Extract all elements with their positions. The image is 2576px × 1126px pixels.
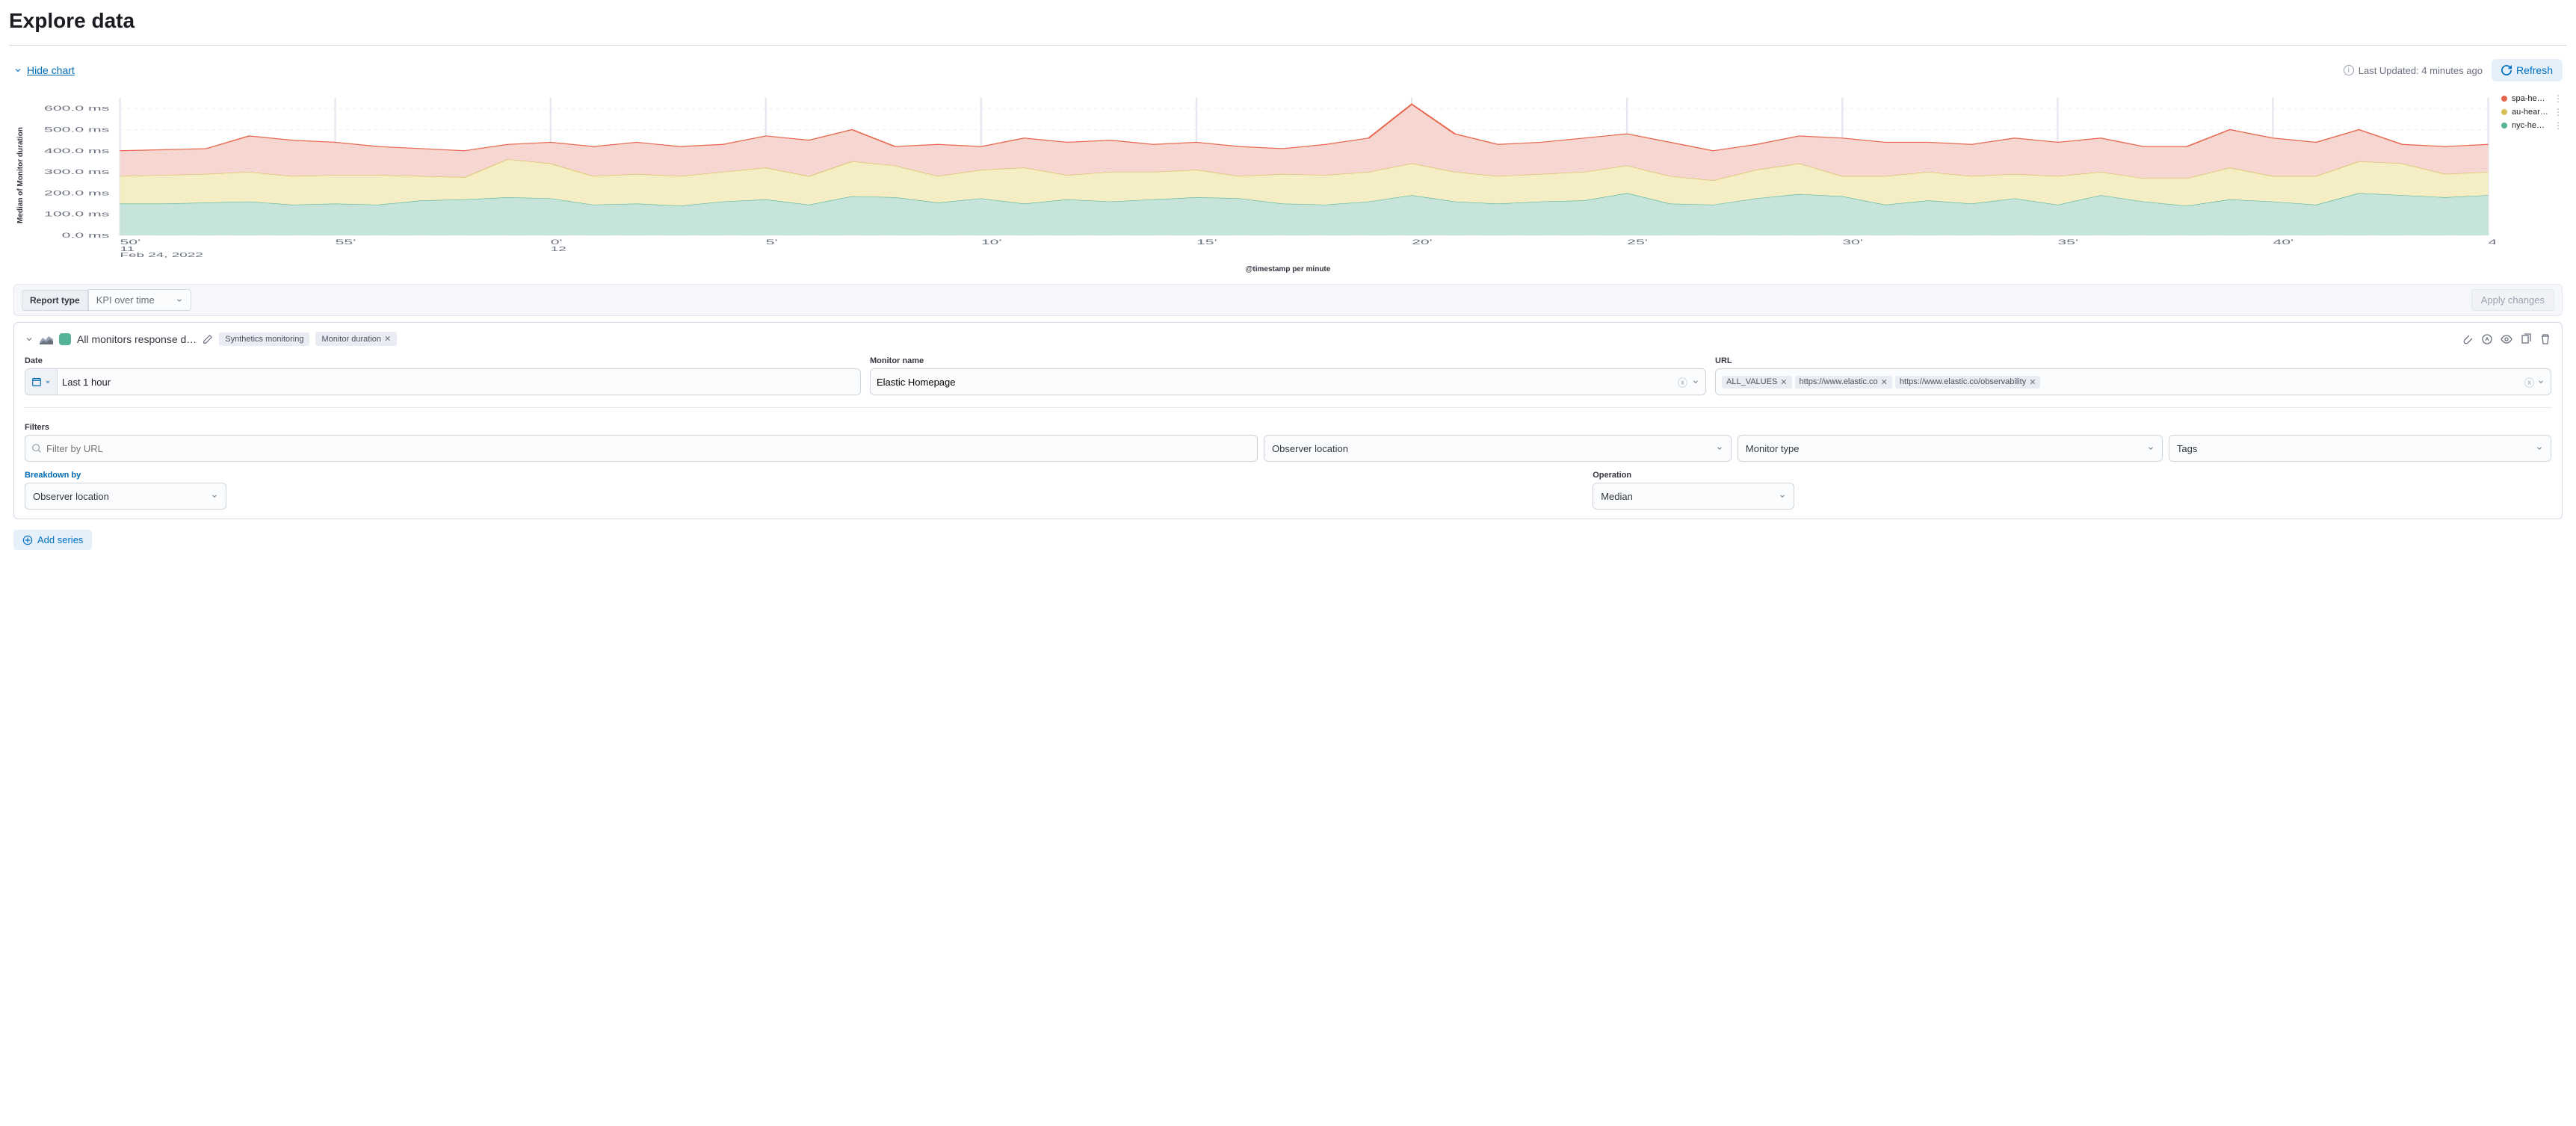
svg-text:40': 40' <box>2273 238 2294 246</box>
add-series-label: Add series <box>37 534 83 545</box>
legend-item[interactable]: spa-heartb…⋮ <box>2501 93 2563 104</box>
y-axis-label: Median of Monitor duration <box>13 93 25 258</box>
svg-text:10': 10' <box>981 238 1002 246</box>
chevron-down-icon <box>176 297 183 304</box>
visibility-icon[interactable] <box>2501 333 2512 345</box>
url-input[interactable]: ALL_VALUES✕ https://www.elastic.co✕ http… <box>1715 368 2551 395</box>
series-name: All monitors response d… <box>77 333 197 345</box>
chip-remove-icon[interactable]: ✕ <box>2029 377 2036 387</box>
tag-monitor-duration: Monitor duration ✕ <box>315 332 397 346</box>
svg-text:Feb 24, 2022: Feb 24, 2022 <box>120 252 203 258</box>
date-label: Date <box>25 356 861 365</box>
report-type-select[interactable]: KPI over time <box>88 289 191 311</box>
svg-text:5': 5' <box>766 238 778 246</box>
svg-text:0': 0' <box>551 238 563 246</box>
clear-icon[interactable]: ⓧ <box>1678 375 1687 389</box>
calendar-icon <box>25 369 58 395</box>
svg-text:600.0 ms: 600.0 ms <box>44 105 109 112</box>
page-title: Explore data <box>9 9 2567 33</box>
explore-icon[interactable] <box>2481 333 2493 345</box>
chart-area[interactable]: 0.0 ms 100.0 ms 200.0 ms 300.0 ms 400.0 ms 50… <box>25 93 2495 258</box>
last-updated: i Last Updated: 4 minutes ago <box>2344 65 2483 76</box>
report-type-label: Report type <box>22 290 88 311</box>
hide-chart-link[interactable]: Hide chart <box>13 64 75 76</box>
svg-text:100.0 ms: 100.0 ms <box>44 211 109 218</box>
url-chip-all: ALL_VALUES✕ <box>1722 376 1792 389</box>
svg-text:20': 20' <box>1412 238 1433 246</box>
url-chip-2: https://www.elastic.co/observability✕ <box>1895 376 2041 389</box>
date-picker[interactable]: Last 1 hour <box>25 368 861 395</box>
last-updated-text: Last Updated: 4 minutes ago <box>2359 65 2483 76</box>
svg-text:55': 55' <box>336 238 356 246</box>
report-type-value: KPI over time <box>96 294 155 306</box>
edit-icon[interactable] <box>203 334 213 344</box>
svg-text:0.0 ms: 0.0 ms <box>62 232 110 239</box>
tag-synthetics: Synthetics monitoring <box>219 332 309 346</box>
x-axis-label: @timestamp per minute <box>9 265 2567 273</box>
monitor-type-filter[interactable]: Monitor type <box>1738 435 2163 462</box>
svg-text:30': 30' <box>1842 238 1863 246</box>
attach-icon[interactable] <box>2462 333 2474 345</box>
svg-text:15': 15' <box>1196 238 1217 246</box>
search-icon <box>31 443 42 454</box>
monitor-name-field[interactable] <box>877 377 1673 388</box>
clear-icon[interactable]: ⓧ <box>2524 375 2534 389</box>
chevron-down-icon[interactable] <box>2537 378 2545 386</box>
observer-location-filter[interactable]: Observer location <box>1264 435 1732 462</box>
svg-text:300.0 ms: 300.0 ms <box>44 168 109 176</box>
svg-text:45': 45' <box>2489 238 2495 246</box>
chip-remove-icon[interactable]: ✕ <box>1881 377 1888 387</box>
legend-menu-icon[interactable]: ⋮ <box>2554 107 2563 117</box>
breakdown-label[interactable]: Breakdown by <box>25 471 374 480</box>
info-icon: i <box>2344 65 2354 75</box>
svg-text:50': 50' <box>120 238 141 246</box>
operation-select[interactable]: Median <box>1593 483 1794 510</box>
area-chart-icon <box>40 334 53 344</box>
apply-changes-button[interactable]: Apply changes <box>2471 289 2554 311</box>
series-color-swatch[interactable] <box>59 333 71 345</box>
refresh-button[interactable]: Refresh <box>2492 59 2563 81</box>
filter-url-field[interactable] <box>46 443 1251 454</box>
date-value: Last 1 hour <box>62 377 111 388</box>
delete-icon[interactable] <box>2539 333 2551 345</box>
copy-icon[interactable] <box>2520 333 2532 345</box>
svg-text:25': 25' <box>1627 238 1648 246</box>
legend-item[interactable]: nyc-heartb…⋮ <box>2501 120 2563 131</box>
svg-text:200.0 ms: 200.0 ms <box>44 190 109 197</box>
svg-text:500.0 ms: 500.0 ms <box>44 126 109 134</box>
config-bar: Report type KPI over time Apply changes <box>13 284 2563 316</box>
refresh-label: Refresh <box>2516 64 2553 76</box>
series-panel: All monitors response d… Synthetics moni… <box>13 322 2563 519</box>
chip-remove-icon[interactable]: ✕ <box>1780 377 1787 387</box>
filters-label: Filters <box>25 423 49 432</box>
chevron-down-icon[interactable] <box>1692 378 1699 386</box>
legend-item[interactable]: au-heartbeat⋮ <box>2501 107 2563 117</box>
plus-circle-icon <box>22 535 33 545</box>
refresh-icon <box>2501 65 2512 75</box>
tag-remove-icon[interactable]: ✕ <box>384 334 391 344</box>
chevron-down-icon <box>13 66 22 75</box>
url-label: URL <box>1715 356 2551 365</box>
breakdown-select[interactable]: Observer location <box>25 483 226 510</box>
svg-text:12: 12 <box>551 246 566 253</box>
operation-label: Operation <box>1593 471 1942 480</box>
chart-legend: spa-heartb…⋮ au-heartbeat⋮ nyc-heartb…⋮ <box>2495 93 2563 258</box>
legend-menu-icon[interactable]: ⋮ <box>2554 93 2563 104</box>
svg-text:400.0 ms: 400.0 ms <box>44 147 109 155</box>
filter-url-input[interactable] <box>25 435 1258 462</box>
hide-chart-label: Hide chart <box>27 64 75 76</box>
monitor-name-input[interactable]: ⓧ <box>870 368 1706 395</box>
tags-filter[interactable]: Tags <box>2169 435 2551 462</box>
series-collapse-toggle[interactable] <box>25 335 34 344</box>
svg-text:35': 35' <box>2057 238 2078 246</box>
legend-menu-icon[interactable]: ⋮ <box>2554 120 2563 131</box>
title-separator <box>9 45 2567 46</box>
monitor-name-label: Monitor name <box>870 356 1706 365</box>
add-series-button[interactable]: Add series <box>13 530 92 550</box>
url-chip-1: https://www.elastic.co✕ <box>1795 376 1892 389</box>
